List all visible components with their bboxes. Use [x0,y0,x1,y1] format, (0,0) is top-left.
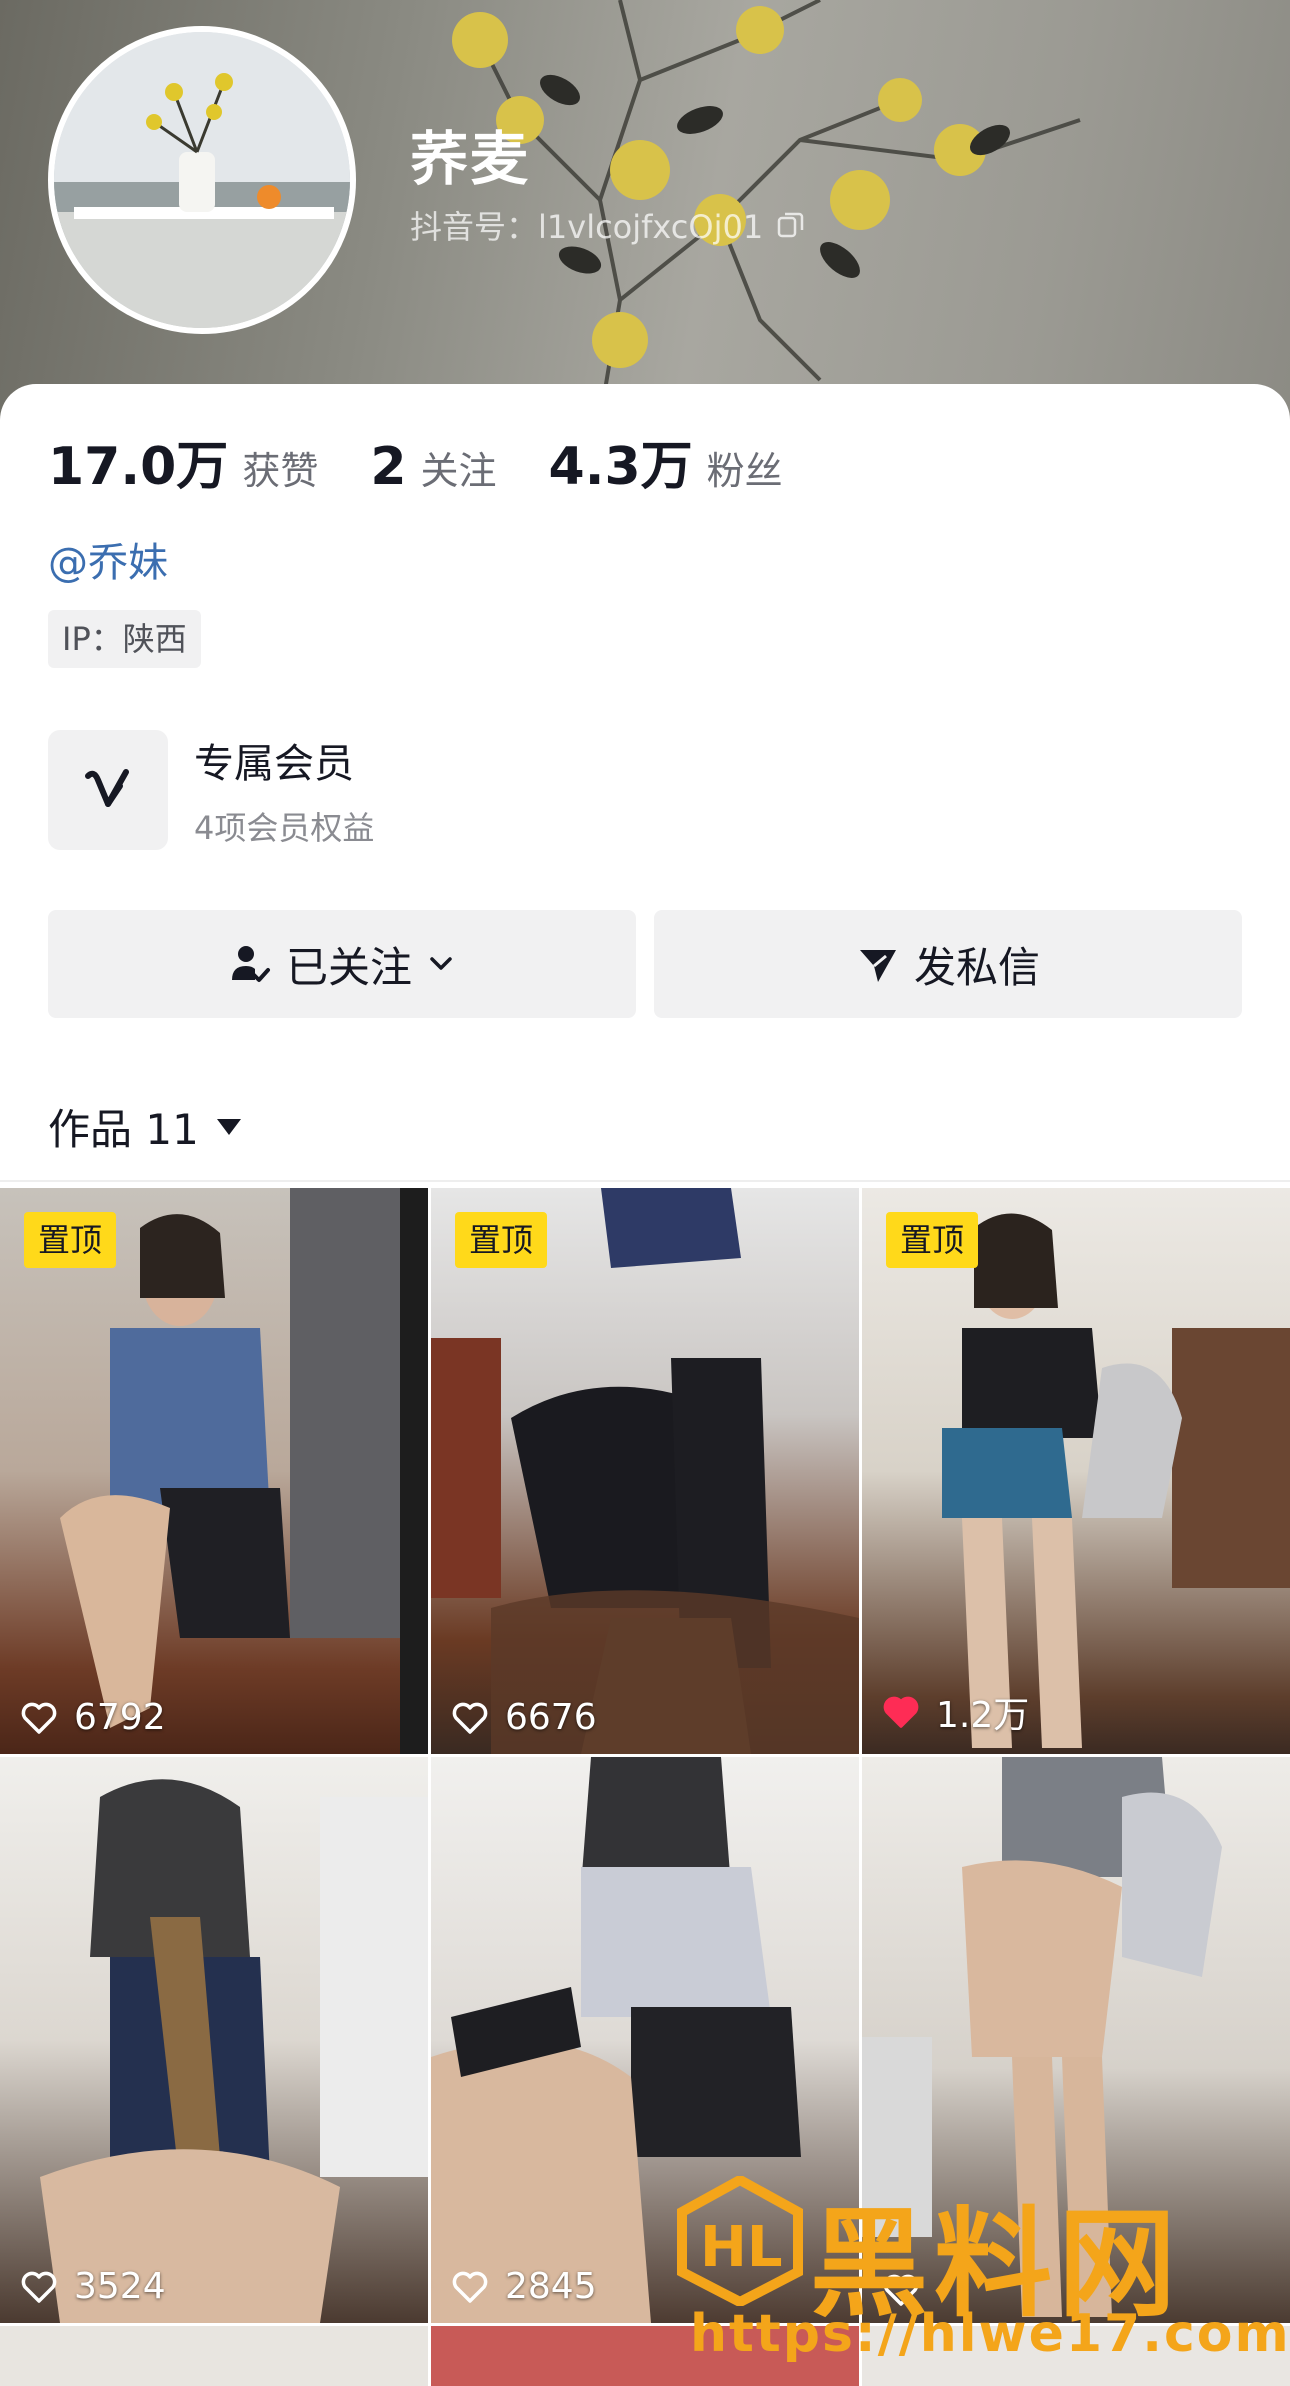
heart-icon [21,1702,57,1734]
stat-likes[interactable]: 17.0万 获赞 [48,424,318,499]
followed-button[interactable]: 已关注 [48,910,636,1018]
stat-value: 2 [370,437,407,497]
video-tile[interactable]: 3524 [0,1757,428,2323]
video-thumbnail [40,1779,428,2323]
avatar[interactable] [48,26,356,334]
stat-following[interactable]: 2 关注 [370,437,496,497]
like-count-value: 3524 [74,2266,166,2307]
pinned-badge: 置顶 [24,1212,117,1268]
like-count-value: 1.2万 [936,1695,1030,1736]
video-tile[interactable]: 置顶 6676 [431,1188,859,1754]
video-thumbnail [942,1213,1290,1748]
like-count-value: 6676 [505,1697,597,1738]
profile-nickname: 荞麦 [410,125,531,193]
video-thumbnail [431,1188,859,1754]
watermark-logo-icon: HL [677,2176,803,2306]
pinned-badge: 置顶 [886,1212,979,1268]
stat-label: 粉丝 [706,449,783,493]
stat-label: 关注 [420,449,497,493]
video-thumbnail [60,1188,428,1754]
watermark-url: https://hlwe17.com [690,2304,1290,2364]
stat-value: 17.0万 [48,437,229,497]
like-count: 6676 [451,1697,597,1738]
douyin-id[interactable]: 抖音号：l1vlcojfxcOj01 [410,202,805,248]
heart-icon [452,2271,488,2303]
works-tab-label: 作品 11 [48,1105,199,1154]
divider [0,1180,1290,1182]
chevron-down-icon [430,957,452,970]
avatar-image [54,32,350,328]
mention-link[interactable]: @乔妹 [48,530,168,588]
like-count: 1.2万 [882,1686,1029,1738]
heart-filled-icon [883,1696,919,1728]
video-tile[interactable] [0,2326,428,2386]
caret-down-icon [216,1118,241,1135]
exclusive-membership[interactable]: 专属会员 4项会员权益 [48,730,374,850]
watermark: HL 黑料网 https://hlwe17.com [670,2168,1290,2379]
heart-icon [21,2271,57,2303]
svg-text:HL: HL [700,2215,783,2280]
send-message-label: 发私信 [913,942,1040,992]
like-count: 3524 [20,2266,166,2307]
ip-location-tag: IP：陕西 [48,610,201,668]
copy-icon[interactable] [775,210,805,240]
stat-value: 4.3万 [548,437,693,497]
user-check-icon [231,946,270,982]
video-tile[interactable]: 置顶 1.2万 [862,1188,1290,1754]
like-count: 2845 [451,2266,597,2307]
tab-works[interactable]: 作品 11 [48,1096,243,1157]
profile-stats: 17.0万 获赞 2 关注 4.3万 粉丝 [48,424,835,499]
membership-title: 专属会员 [194,741,354,787]
douyin-id-text: 抖音号：l1vlcojfxcOj01 [410,208,764,246]
stat-label: 获赞 [242,449,319,493]
like-count: 6792 [20,1697,166,1738]
profile-cover: 荞麦 抖音号：l1vlcojfxcOj01 [0,0,1290,420]
send-message-button[interactable]: 发私信 [654,910,1242,1018]
membership-v-icon [48,730,168,850]
like-count-value: 2845 [505,2266,597,2307]
stat-followers[interactable]: 4.3万 粉丝 [549,424,783,499]
membership-subtitle: 4项会员权益 [194,809,375,847]
heart-icon [452,1702,488,1734]
video-tile[interactable]: 置顶 6792 [0,1188,428,1754]
followed-label: 已关注 [285,942,412,992]
pinned-badge: 置顶 [455,1212,548,1268]
paper-plane-icon [859,950,896,982]
like-count-value: 6792 [74,1697,166,1738]
